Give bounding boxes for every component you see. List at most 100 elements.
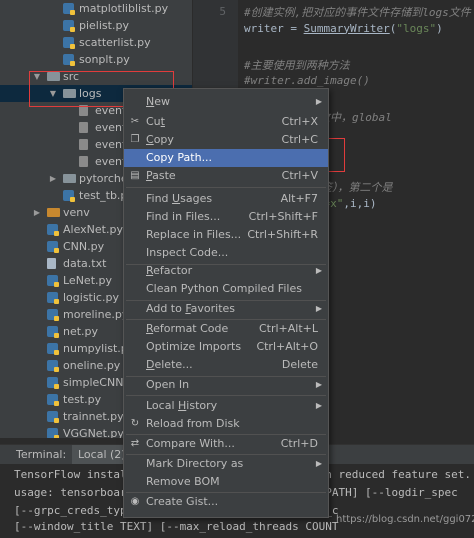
menu-item-copy-path[interactable]: Copy Path...	[124, 149, 328, 167]
menu-item-inspect-code[interactable]: Inspect Code...	[124, 244, 328, 262]
menu-item-find-in-files[interactable]: Find in Files... Ctrl+Shift+F	[124, 208, 328, 226]
python-file-icon	[47, 326, 59, 338]
submenu-arrow-icon: ▶	[315, 459, 322, 468]
menu-item-paste[interactable]: ▤ Paste Ctrl+V	[124, 167, 328, 185]
tree-row-label: venv	[63, 206, 90, 219]
tree-row-label: sonplt.py	[79, 53, 130, 66]
menu-item-shortcut: Delete	[281, 358, 318, 371]
menu-item-shortcut: Ctrl+V	[281, 169, 318, 182]
code-token: #创建实例,把对应的事件文件存储到logs文件	[244, 6, 471, 19]
menu-item-label: Reformat Code	[146, 322, 229, 335]
python-file-icon	[47, 275, 59, 287]
python-file-icon	[47, 292, 59, 304]
cut-icon: ✂	[130, 116, 140, 127]
menu-item-remove-bom[interactable]: Remove BOM	[124, 473, 328, 491]
menu-item-label: Reload from Disk	[146, 417, 240, 430]
menu-item-label: Mark Directory as	[146, 457, 244, 470]
menu-item-open-in[interactable]: Open In ▶	[124, 376, 328, 394]
menu-item-mark-directory-as[interactable]: Mark Directory as ▶	[124, 455, 328, 473]
menu-item-label: Find in Files...	[146, 210, 221, 223]
menu-item-reformat-code[interactable]: Reformat Code Ctrl+Alt+L	[124, 320, 328, 338]
tree-row[interactable]: matplotliblist.py	[0, 0, 192, 17]
menu-item-find-usages[interactable]: Find Usages Alt+F7	[124, 190, 328, 208]
menu-item-replace-in-files[interactable]: Replace in Files... Ctrl+Shift+R	[124, 226, 328, 244]
line-number: 5	[219, 5, 226, 18]
python-file-icon	[63, 37, 75, 49]
python-file-icon	[47, 224, 59, 236]
menu-item-create-gist[interactable]: ◉ Create Gist...	[124, 493, 328, 511]
menu-item-label: Copy Path...	[146, 151, 213, 164]
menu-item-label: Copy	[146, 133, 174, 146]
menu-item-refactor[interactable]: Refactor ▶	[124, 262, 328, 280]
menu-item-reload-from-disk[interactable]: ↻ Reload from Disk	[124, 415, 328, 433]
file-icon	[79, 122, 88, 133]
tree-row[interactable]: scatterlist.py	[0, 34, 192, 51]
menu-item-label: Paste	[146, 169, 176, 182]
menu-item-label: Optimize Imports	[146, 340, 242, 353]
submenu-arrow-icon: ▶	[315, 380, 322, 389]
terminal-tab-prefix: Terminal:	[16, 448, 67, 461]
menu-item-label: Inspect Code...	[146, 246, 229, 259]
menu-item-label: Refactor	[146, 264, 193, 277]
python-file-icon	[47, 394, 59, 406]
code-line: #主要使用到两种方法	[244, 57, 350, 73]
github-icon: ◉	[130, 496, 140, 507]
tree-row-label: pielist.py	[79, 19, 129, 32]
menu-item-local-history[interactable]: Local History ▶	[124, 397, 328, 415]
folder-icon	[47, 208, 60, 217]
code-token: #主要使用到两种方法	[244, 58, 350, 72]
menu-item-cut[interactable]: ✂ Cut Ctrl+X	[124, 113, 328, 131]
menu-item-clean-python-compiled-files[interactable]: Clean Python Compiled Files	[124, 280, 328, 298]
python-file-icon	[63, 190, 75, 202]
menu-item-compare-with[interactable]: ⇄ Compare With... Ctrl+D	[124, 435, 328, 453]
menu-item-shortcut: Ctrl+D	[280, 437, 318, 450]
chevron-right-icon[interactable]: ▶	[32, 204, 42, 221]
tree-row-label: matplotliblist.py	[79, 2, 169, 15]
python-file-icon	[47, 360, 59, 372]
code-token: SummaryWriter	[303, 21, 390, 35]
menu-item-shortcut: Ctrl+Shift+F	[248, 210, 318, 223]
code-token: "logs"	[396, 21, 437, 35]
menu-item-delete[interactable]: Delete... Delete	[124, 356, 328, 374]
python-file-icon	[47, 343, 59, 355]
menu-item-new[interactable]: New ▶	[124, 93, 328, 111]
submenu-arrow-icon: ▶	[315, 401, 322, 410]
copy-icon: ❐	[130, 134, 140, 145]
menu-item-shortcut: Ctrl+Alt+O	[256, 340, 318, 353]
tree-row-label: net.py	[63, 325, 99, 338]
python-file-icon	[63, 3, 75, 15]
code-line: #writer.add_image()	[244, 74, 370, 87]
tree-row-label: pytorche	[79, 172, 128, 185]
code-token: writer =	[244, 21, 304, 35]
submenu-arrow-icon: ▶	[315, 97, 322, 106]
tree-row-label: trainnet.py	[63, 410, 124, 423]
tree-row-label: VGGNet.py	[63, 427, 124, 438]
menu-item-add-to-favorites[interactable]: Add to Favorites ▶	[124, 300, 328, 318]
terminal-line: [--window_title TEXT] [--max_reload_thre…	[14, 520, 339, 533]
menu-item-label: Create Gist...	[146, 495, 219, 508]
code-line: #创建实例,把对应的事件文件存储到logs文件	[244, 4, 471, 20]
tree-row[interactable]: pielist.py	[0, 17, 192, 34]
python-file-icon	[47, 377, 59, 389]
menu-item-label: Open In	[146, 378, 190, 391]
chevron-right-icon[interactable]: ▶	[48, 170, 58, 187]
menu-item-label: Find Usages	[146, 192, 213, 205]
code-line: writer = SummaryWriter("logs")	[244, 22, 443, 35]
menu-item-optimize-imports[interactable]: Optimize Imports Ctrl+Alt+O	[124, 338, 328, 356]
python-file-icon	[47, 411, 59, 423]
tree-row-label: AlexNet.py	[63, 223, 123, 236]
reload-icon: ↻	[130, 418, 140, 429]
menu-item-label: Delete...	[146, 358, 193, 371]
menu-separator	[126, 187, 326, 188]
compare-icon: ⇄	[130, 438, 140, 449]
tree-row[interactable]: sonplt.py	[0, 51, 192, 68]
menu-item-label: New	[146, 95, 170, 108]
file-icon	[79, 139, 88, 150]
menu-item-copy[interactable]: ❐ Copy Ctrl+C	[124, 131, 328, 149]
tree-row-label: LeNet.py	[63, 274, 113, 287]
python-file-icon	[63, 20, 75, 32]
context-menu[interactable]: New ▶ ✂ Cut Ctrl+X ❐ Copy Ctrl+C Copy Path... ▤ Pa…	[123, 88, 329, 518]
code-token: )	[436, 21, 443, 35]
file-icon	[79, 156, 88, 167]
tree-row-label: CNN.py	[63, 240, 105, 253]
